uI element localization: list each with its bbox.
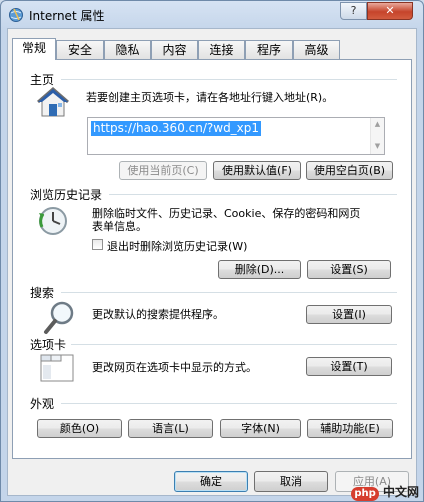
delete-on-exit-checkbox[interactable]	[92, 239, 103, 250]
internet-options-window: Internet 属性 ? ✕ 常规 安全 隐私 内容 连接 程序 高级 主页 …	[0, 0, 424, 502]
delete-on-exit-label[interactable]: 退出时删除浏览历史记录(W)	[107, 238, 247, 254]
tabs-settings-button[interactable]: 设置(T)	[306, 357, 392, 376]
search-group-label: 搜索	[30, 286, 55, 300]
tab-security[interactable]: 安全	[56, 40, 104, 59]
tab-general[interactable]: 常规	[12, 38, 56, 60]
fonts-button[interactable]: 字体(N)	[220, 419, 301, 438]
languages-button[interactable]: 语言(L)	[128, 419, 213, 438]
tab-connections[interactable]: 连接	[198, 40, 245, 59]
use-default-button[interactable]: 使用默认值(F)	[213, 161, 301, 180]
history-settings-button[interactable]: 设置(S)	[307, 260, 391, 279]
history-group-label: 浏览历史记录	[30, 188, 103, 202]
appearance-group-label: 外观	[30, 397, 55, 411]
appearance-divider	[61, 403, 397, 404]
internet-options-icon	[9, 8, 23, 22]
watermark-badge: php	[351, 487, 379, 501]
tabs-group-label: 选项卡	[30, 338, 67, 352]
use-blank-button[interactable]: 使用空白页(B)	[306, 161, 393, 180]
homepage-url-text: https://hao.360.cn/?wd_xp1	[91, 121, 262, 136]
tab-programs[interactable]: 程序	[245, 40, 293, 59]
window-title: Internet 属性	[29, 9, 105, 23]
use-current-button[interactable]: 使用当前页(C)	[119, 161, 207, 180]
tabs-description: 更改网页在选项卡中显示的方式。	[92, 361, 257, 374]
homepage-url-input[interactable]: https://hao.360.cn/?wd_xp1 ▲ ▼	[87, 117, 385, 155]
titlebar[interactable]: Internet 属性 ? ✕	[1, 1, 423, 29]
homepage-scrollbar[interactable]: ▲ ▼	[370, 118, 384, 154]
history-divider	[109, 194, 397, 195]
scroll-up-icon[interactable]: ▲	[371, 118, 384, 130]
history-clock-icon	[39, 207, 67, 235]
ok-button[interactable]: 确定	[174, 471, 248, 492]
tab-advanced[interactable]: 高级	[293, 40, 340, 59]
history-description-line2: 表单信息。	[92, 220, 147, 233]
delete-history-button[interactable]: 删除(D)...	[218, 260, 301, 279]
dialog-client: 常规 安全 隐私 内容 连接 程序 高级 主页 若要创建主页选项卡，请在各地址行…	[7, 28, 417, 496]
search-settings-button[interactable]: 设置(I)	[306, 305, 392, 324]
tab-content[interactable]: 内容	[151, 40, 198, 59]
search-divider	[61, 292, 397, 293]
homepage-divider	[61, 79, 397, 80]
search-description: 更改默认的搜索提供程序。	[92, 308, 224, 321]
colors-button[interactable]: 颜色(O)	[37, 419, 122, 438]
cancel-button[interactable]: 取消	[254, 471, 328, 492]
accessibility-button[interactable]: 辅助功能(E)	[307, 419, 393, 438]
homepage-description: 若要创建主页选项卡，请在各地址行键入地址(R)。	[86, 91, 334, 104]
general-panel: 主页 若要创建主页选项卡，请在各地址行键入地址(R)。 https://hao.…	[12, 59, 412, 459]
home-icon	[37, 87, 69, 117]
help-button[interactable]: ?	[340, 2, 367, 20]
scroll-down-icon[interactable]: ▼	[371, 140, 384, 152]
tabbed-browsing-icon	[40, 354, 74, 382]
site-watermark: php 中文网	[351, 483, 419, 501]
tab-privacy[interactable]: 隐私	[104, 40, 151, 59]
tabs-divider	[71, 344, 397, 345]
watermark-text: 中文网	[382, 485, 419, 499]
magnifier-icon	[44, 301, 74, 334]
close-button[interactable]: ✕	[367, 2, 413, 20]
